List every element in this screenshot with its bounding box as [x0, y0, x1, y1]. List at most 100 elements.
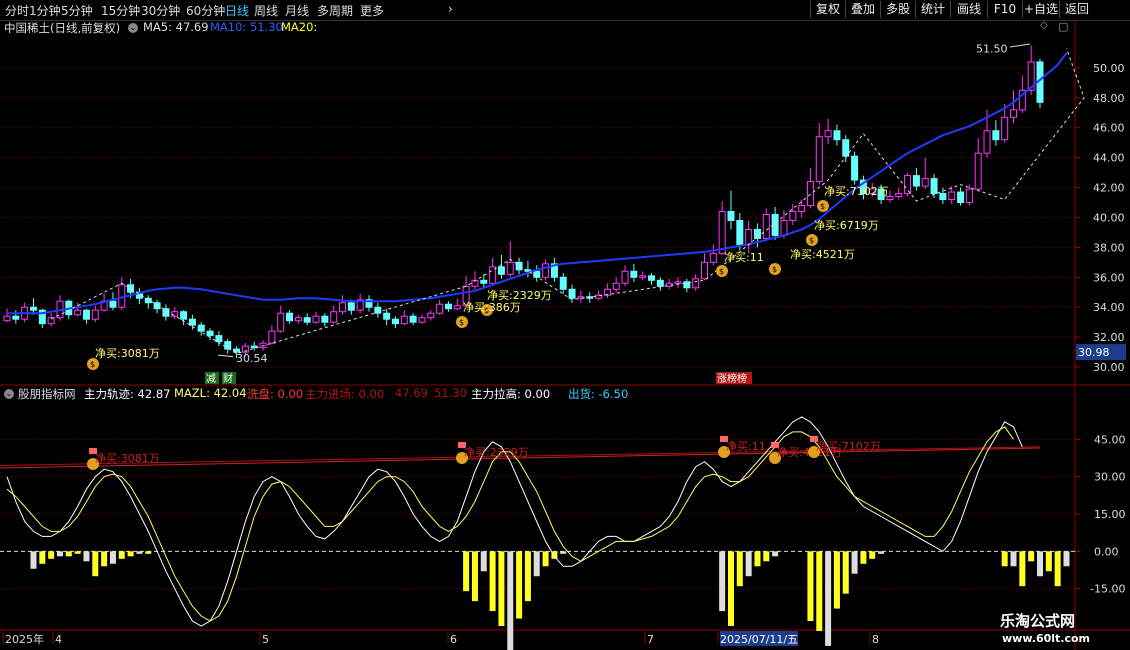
candle-body	[736, 219, 744, 245]
candle-body	[347, 302, 355, 311]
price-tick-label: 32.00	[1093, 331, 1125, 344]
candle-body	[409, 315, 417, 323]
candle-body	[700, 261, 708, 280]
candle-body	[815, 136, 823, 183]
buy-label: 净买:386万	[463, 300, 521, 314]
candle-body	[542, 263, 550, 278]
histogram-bar	[1037, 551, 1043, 577]
sub-tick-label: 15.00	[1094, 508, 1126, 521]
sub-tick-label: 30.00	[1094, 471, 1126, 484]
histogram-bar	[727, 551, 734, 626]
histogram-bar	[489, 551, 496, 612]
candle-body	[506, 261, 514, 275]
sub-buy-label: 净买:3081万	[95, 451, 160, 465]
candle-body	[718, 210, 726, 254]
candle-body	[268, 330, 276, 344]
histogram-bar	[101, 551, 108, 567]
candle-body	[656, 279, 664, 287]
buy-label: 净买:6719万	[814, 218, 879, 232]
candle-body	[480, 279, 488, 284]
histogram-bar	[463, 551, 470, 592]
price-tick-label: 48.00	[1093, 92, 1125, 105]
date-label: 8	[872, 633, 879, 646]
histogram-bar	[745, 551, 752, 577]
candle-body	[833, 130, 841, 141]
candle-body	[974, 152, 982, 190]
candle-body	[127, 284, 135, 293]
candle-body	[745, 228, 753, 245]
histogram-bar	[92, 551, 99, 577]
candle-body	[29, 306, 37, 311]
candle-body	[418, 317, 426, 323]
candle-body	[144, 297, 152, 304]
buy-label: 净买:11	[724, 250, 764, 264]
date-label: 5	[262, 633, 269, 646]
histogram-bar	[516, 551, 523, 619]
price-tick-label: 38.00	[1093, 241, 1125, 254]
price-tick-label: 42.00	[1093, 182, 1125, 195]
candle-body	[983, 130, 991, 154]
histogram-bar	[842, 551, 849, 594]
money-bag-glyph: $	[772, 265, 777, 274]
histogram-bar	[542, 551, 549, 567]
low-price-label: 30.54	[236, 352, 268, 365]
histogram-bar	[56, 551, 63, 557]
histogram-bar	[30, 551, 37, 569]
buy-label: 净买:7102万	[824, 184, 889, 198]
candle-body	[312, 315, 320, 323]
date-label: 4	[55, 633, 62, 646]
histogram-bar	[498, 551, 505, 626]
candle-body	[383, 312, 391, 320]
candle-body	[303, 317, 311, 323]
histogram-bar	[471, 551, 478, 602]
candle-body	[842, 139, 850, 157]
high-price-label: 51.50	[976, 42, 1008, 55]
candle-body	[427, 312, 435, 319]
candle-body	[294, 317, 302, 322]
candle-body	[400, 315, 408, 325]
histogram-bar	[65, 551, 72, 557]
candle-body	[824, 130, 832, 138]
candle-body	[630, 270, 638, 278]
watermark-url: www.60lt.com	[1002, 632, 1091, 645]
price-tick-label: 50.00	[1093, 62, 1125, 75]
money-bag-glyph: $	[90, 360, 95, 369]
candle-body	[895, 193, 903, 198]
sub-tick-label: -15.00	[1090, 583, 1125, 596]
candle-body	[391, 318, 399, 325]
buy-label: 净买:2329万	[487, 288, 552, 302]
buy-label: 净买:4521万	[790, 247, 855, 261]
buy-label: 净买:3081万	[95, 346, 160, 360]
money-bag-glyph: $	[820, 202, 825, 211]
candle-body	[206, 330, 214, 337]
candle-body	[957, 191, 965, 204]
date-label: 7	[647, 633, 654, 646]
histogram-bar	[807, 551, 814, 622]
candle-body	[851, 155, 859, 181]
candle-body	[559, 276, 567, 290]
candle-body	[224, 341, 232, 350]
sub-tick-label: 45.00	[1094, 433, 1126, 446]
histogram-bar	[1063, 551, 1070, 567]
candle-body	[286, 312, 294, 322]
histogram-bar	[507, 551, 514, 650]
histogram-bar	[39, 551, 46, 564]
histogram-bar	[127, 551, 134, 557]
candle-body	[948, 191, 956, 201]
watermark-title: 乐淘公式网	[1000, 612, 1076, 630]
candle-body	[444, 303, 452, 310]
candle-body	[162, 308, 170, 317]
histogram-bar	[1028, 551, 1035, 562]
candle-body	[339, 302, 347, 313]
candle-body	[1010, 109, 1018, 118]
candle-body	[930, 178, 938, 195]
candle-body	[762, 213, 770, 239]
price-tick-label: 46.00	[1093, 122, 1125, 135]
histogram-bar	[109, 551, 116, 564]
candle-body	[621, 270, 629, 284]
candle-body	[215, 335, 223, 343]
histogram-bar	[851, 551, 858, 574]
histogram-bar	[816, 551, 823, 631]
histogram-bar	[878, 551, 885, 554]
money-bag-glyph: $	[459, 318, 464, 327]
